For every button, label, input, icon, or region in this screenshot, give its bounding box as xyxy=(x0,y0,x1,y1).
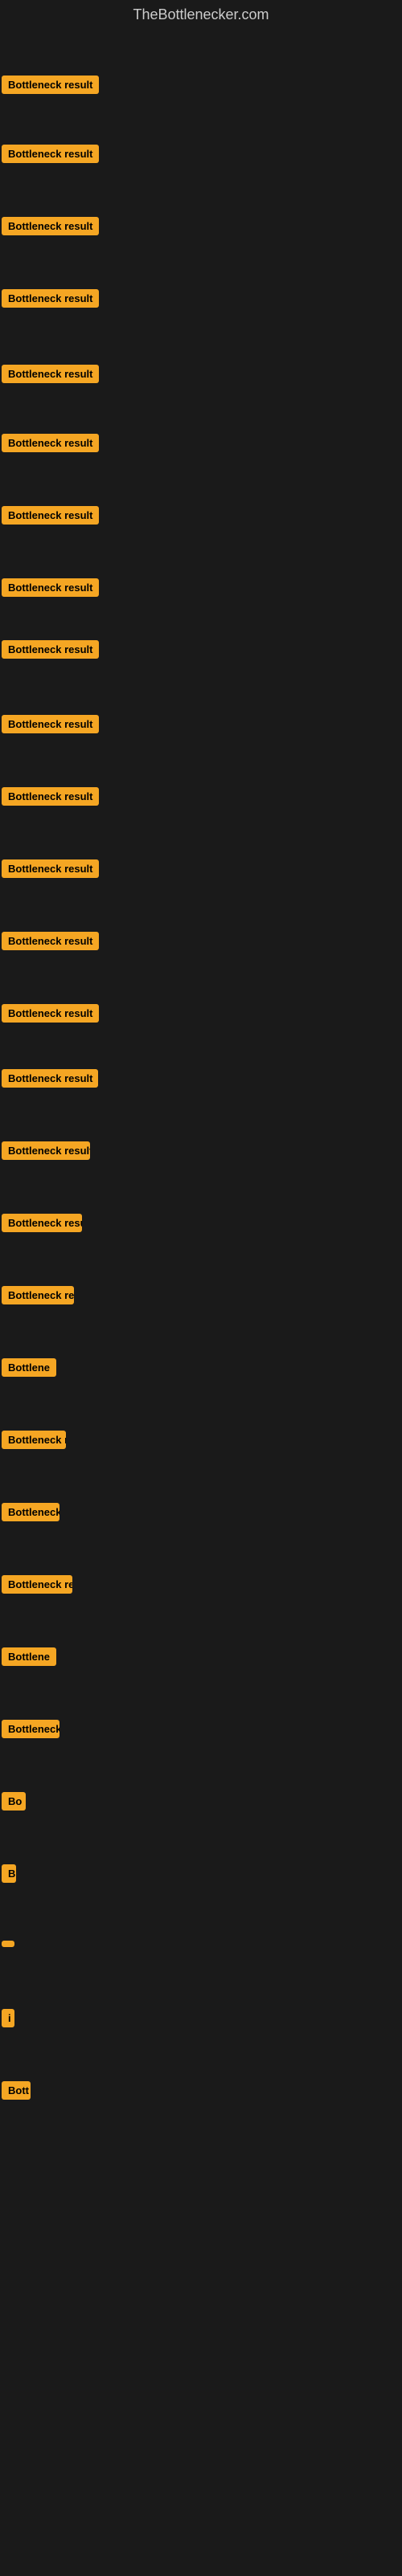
bottleneck-item-28[interactable]: i xyxy=(2,2009,14,2031)
bottleneck-item-29[interactable]: Bott xyxy=(2,2081,31,2104)
bottleneck-badge-22: Bottleneck re xyxy=(2,1575,72,1594)
bottleneck-badge-19: Bottlene xyxy=(2,1358,56,1377)
bottleneck-badge-10: Bottleneck result xyxy=(2,715,99,733)
bottleneck-badge-6: Bottleneck result xyxy=(2,434,99,452)
bottleneck-badge-12: Bottleneck result xyxy=(2,859,99,878)
bottleneck-item-10[interactable]: Bottleneck result xyxy=(2,715,99,737)
bottleneck-badge-29: Bott xyxy=(2,2081,31,2100)
bottleneck-badge-27 xyxy=(2,1941,14,1947)
bottleneck-item-19[interactable]: Bottlene xyxy=(2,1358,56,1381)
bottleneck-badge-2: Bottleneck result xyxy=(2,145,99,163)
bottleneck-badge-3: Bottleneck result xyxy=(2,217,99,235)
bottleneck-item-4[interactable]: Bottleneck result xyxy=(2,289,99,312)
bottleneck-item-13[interactable]: Bottleneck result xyxy=(2,932,99,954)
bottleneck-item-12[interactable]: Bottleneck result xyxy=(2,859,99,882)
bottleneck-item-8[interactable]: Bottleneck result xyxy=(2,578,99,601)
bottleneck-item-25[interactable]: Bo xyxy=(2,1792,26,1815)
bottleneck-badge-25: Bo xyxy=(2,1792,26,1811)
bottleneck-item-14[interactable]: Bottleneck result xyxy=(2,1004,99,1027)
bottleneck-item-21[interactable]: Bottleneck xyxy=(2,1503,59,1525)
bottleneck-badge-20: Bottleneck r xyxy=(2,1431,66,1449)
bottleneck-item-26[interactable]: B xyxy=(2,1864,16,1887)
bottleneck-badge-16: Bottleneck result xyxy=(2,1141,90,1160)
bottleneck-badge-17: Bottleneck result xyxy=(2,1214,82,1232)
bottleneck-item-11[interactable]: Bottleneck result xyxy=(2,787,99,810)
bottleneck-item-20[interactable]: Bottleneck r xyxy=(2,1431,66,1453)
bottleneck-item-5[interactable]: Bottleneck result xyxy=(2,365,99,387)
bottleneck-badge-28: i xyxy=(2,2009,14,2027)
bottleneck-badge-5: Bottleneck result xyxy=(2,365,99,383)
bottleneck-item-3[interactable]: Bottleneck result xyxy=(2,217,99,239)
bottleneck-badge-24: Bottleneck xyxy=(2,1720,59,1738)
bottleneck-badge-23: Bottlene xyxy=(2,1647,56,1666)
bottleneck-badge-4: Bottleneck result xyxy=(2,289,99,308)
bottleneck-item-18[interactable]: Bottleneck re xyxy=(2,1286,74,1308)
bottleneck-badge-26: B xyxy=(2,1864,16,1883)
bottleneck-badge-15: Bottleneck result xyxy=(2,1069,98,1088)
bottleneck-item-22[interactable]: Bottleneck re xyxy=(2,1575,72,1598)
bottleneck-item-7[interactable]: Bottleneck result xyxy=(2,506,99,529)
bottleneck-badge-21: Bottleneck xyxy=(2,1503,59,1521)
bottleneck-item-15[interactable]: Bottleneck result xyxy=(2,1069,98,1092)
site-title: TheBottlenecker.com xyxy=(0,0,402,30)
bottleneck-badge-1: Bottleneck result xyxy=(2,76,99,94)
bottleneck-badge-13: Bottleneck result xyxy=(2,932,99,950)
bottleneck-item-6[interactable]: Bottleneck result xyxy=(2,434,99,456)
bottleneck-item-16[interactable]: Bottleneck result xyxy=(2,1141,90,1164)
bottleneck-badge-8: Bottleneck result xyxy=(2,578,99,597)
bottleneck-item-24[interactable]: Bottleneck xyxy=(2,1720,59,1742)
bottleneck-item-23[interactable]: Bottlene xyxy=(2,1647,56,1670)
bottleneck-badge-18: Bottleneck re xyxy=(2,1286,74,1304)
bottleneck-badge-9: Bottleneck result xyxy=(2,640,99,659)
bottleneck-badge-7: Bottleneck result xyxy=(2,506,99,525)
bottleneck-item-17[interactable]: Bottleneck result xyxy=(2,1214,82,1236)
bottleneck-item-2[interactable]: Bottleneck result xyxy=(2,145,99,167)
bottleneck-item-27[interactable] xyxy=(2,1937,14,1951)
bottleneck-item-1[interactable]: Bottleneck result xyxy=(2,76,99,98)
bottleneck-badge-11: Bottleneck result xyxy=(2,787,99,806)
bottleneck-badge-14: Bottleneck result xyxy=(2,1004,99,1023)
bottleneck-item-9[interactable]: Bottleneck result xyxy=(2,640,99,663)
